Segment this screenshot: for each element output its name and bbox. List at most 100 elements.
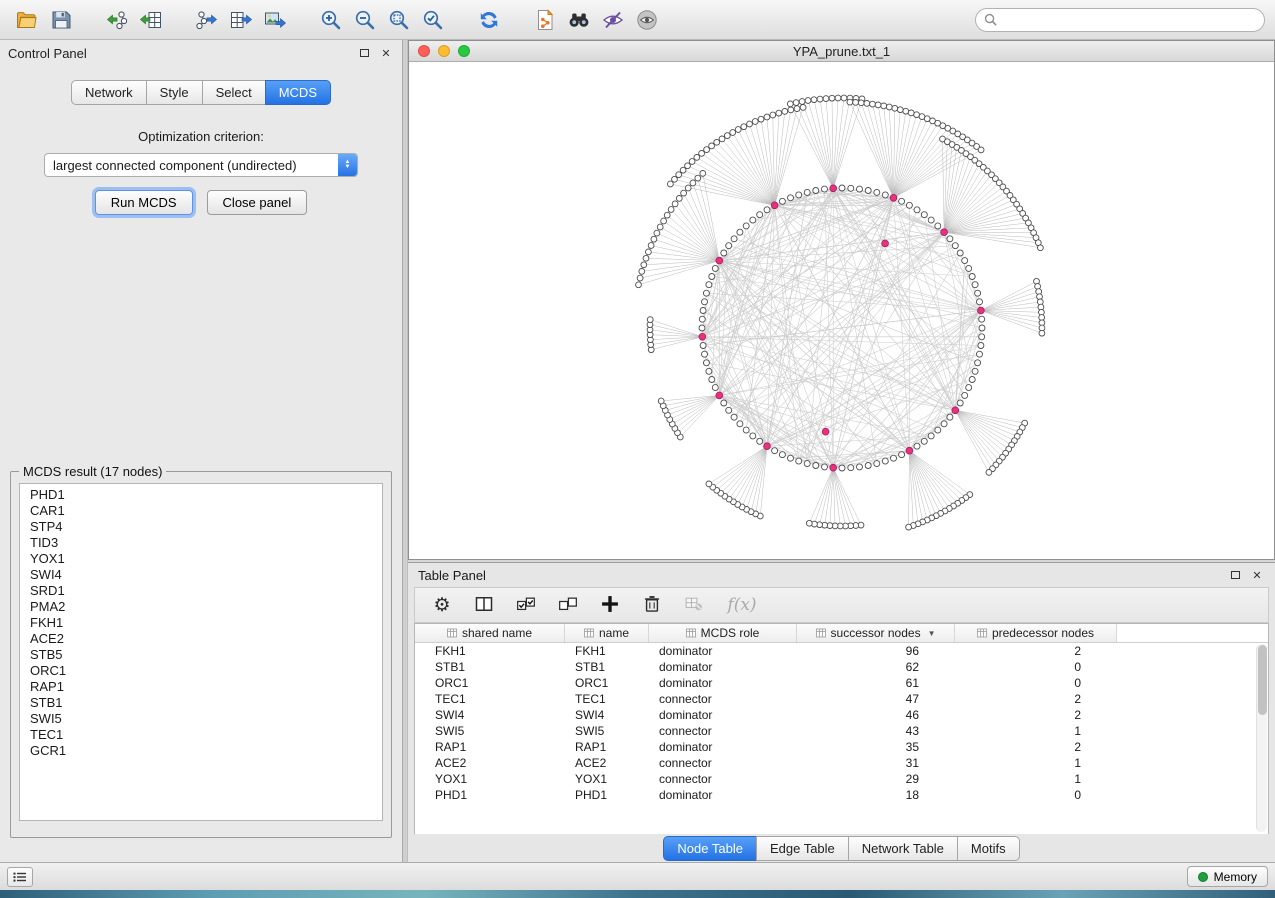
mcds-result-item[interactable]: TID3 bbox=[20, 535, 382, 551]
list-icon bbox=[13, 871, 27, 883]
table-float-button[interactable] bbox=[1227, 567, 1243, 583]
column-layout-button[interactable] bbox=[471, 592, 497, 618]
table-close-button[interactable]: ✕ bbox=[1249, 567, 1265, 583]
table-cell: dominator bbox=[649, 659, 797, 675]
mcds-result-item[interactable]: CAR1 bbox=[20, 503, 382, 519]
table-row[interactable]: ACE2ACE2connector311 bbox=[415, 755, 1268, 771]
show-details-button[interactable] bbox=[630, 4, 664, 36]
table-cell: 2 bbox=[955, 643, 1117, 659]
table-scrollbar[interactable] bbox=[1256, 644, 1267, 832]
table-cell-filler bbox=[1117, 755, 1268, 771]
delete-column-button[interactable] bbox=[639, 592, 665, 618]
zoom-fit-button[interactable] bbox=[382, 4, 416, 36]
find-button[interactable] bbox=[562, 4, 596, 36]
run-mcds-button[interactable]: Run MCDS bbox=[95, 190, 193, 215]
mcds-result-item[interactable]: SWI4 bbox=[20, 567, 382, 583]
network-canvas[interactable] bbox=[409, 62, 1274, 559]
table-row[interactable]: SWI5SWI5connector431 bbox=[415, 723, 1268, 739]
function-button[interactable]: f(x) bbox=[723, 592, 761, 618]
table-row[interactable]: SWI4SWI4dominator462 bbox=[415, 707, 1268, 723]
mcds-result-item[interactable]: STB5 bbox=[20, 647, 382, 663]
export-table-button[interactable] bbox=[224, 4, 258, 36]
deselect-all-button[interactable] bbox=[555, 592, 581, 618]
column-header-mcds-role[interactable]: MCDS role bbox=[649, 624, 797, 643]
column-header-predecessor-nodes[interactable]: predecessor nodes bbox=[955, 624, 1117, 643]
gear-button[interactable]: ⚙ bbox=[429, 592, 455, 618]
table-row[interactable]: YOX1YOX1connector291 bbox=[415, 771, 1268, 787]
search-box[interactable] bbox=[975, 8, 1265, 32]
window-minimize-icon[interactable] bbox=[438, 45, 450, 57]
table-toolbar: ⚙ f(x) bbox=[414, 587, 1269, 623]
column-header-shared-name[interactable]: shared name bbox=[415, 624, 565, 643]
column-header-filler bbox=[1117, 624, 1268, 643]
import-network-button[interactable] bbox=[100, 4, 134, 36]
refresh-view-button[interactable] bbox=[472, 4, 506, 36]
float-panel-button[interactable] bbox=[356, 45, 372, 61]
zoom-in-button[interactable] bbox=[314, 4, 348, 36]
export-network-button[interactable] bbox=[190, 4, 224, 36]
criterion-dropdown[interactable]: largest connected component (undirected)… bbox=[44, 153, 358, 177]
tab-edge-table[interactable]: Edge Table bbox=[756, 836, 848, 861]
zoom-selected-button[interactable] bbox=[416, 4, 450, 36]
save-session-button[interactable] bbox=[44, 4, 78, 36]
close-icon: ✕ bbox=[381, 47, 390, 60]
table-row[interactable]: ORC1ORC1dominator610 bbox=[415, 675, 1268, 691]
import-network-icon bbox=[105, 8, 129, 32]
import-table-disabled-button[interactable] bbox=[681, 592, 707, 618]
table-cell: TEC1 bbox=[415, 691, 565, 707]
tab-select[interactable]: Select bbox=[202, 80, 265, 105]
task-history-button[interactable] bbox=[7, 867, 33, 887]
float-icon bbox=[1231, 571, 1240, 579]
table-row[interactable]: TEC1TEC1connector472 bbox=[415, 691, 1268, 707]
table-row[interactable]: FKH1FKH1dominator962 bbox=[415, 643, 1268, 659]
mcds-result-item[interactable]: SWI5 bbox=[20, 711, 382, 727]
window-close-icon[interactable] bbox=[418, 45, 430, 57]
table-cell: connector bbox=[649, 771, 797, 787]
table-cell: 62 bbox=[797, 659, 955, 675]
mcds-result-item[interactable]: ORC1 bbox=[20, 663, 382, 679]
tab-style[interactable]: Style bbox=[146, 80, 202, 105]
import-table-button[interactable] bbox=[134, 4, 168, 36]
mcds-result-item[interactable]: GCR1 bbox=[20, 743, 382, 759]
open-file-icon bbox=[15, 8, 39, 32]
mcds-result-item[interactable]: ACE2 bbox=[20, 631, 382, 647]
search-input[interactable] bbox=[1002, 13, 1256, 27]
tab-mcds[interactable]: MCDS bbox=[265, 80, 331, 105]
tab-motifs[interactable]: Motifs bbox=[957, 836, 1020, 861]
tab-network[interactable]: Network bbox=[71, 80, 146, 105]
delete-column-icon bbox=[642, 594, 662, 617]
table-row[interactable]: STB1STB1dominator620 bbox=[415, 659, 1268, 675]
select-all-button[interactable] bbox=[513, 592, 539, 618]
table-cell: 1 bbox=[955, 755, 1117, 771]
export-image-button[interactable] bbox=[258, 4, 292, 36]
close-panel-action-button[interactable]: Close panel bbox=[207, 190, 308, 215]
show-details-icon bbox=[635, 8, 659, 32]
mcds-result-item[interactable]: PHD1 bbox=[20, 487, 382, 503]
mcds-result-item[interactable]: STP4 bbox=[20, 519, 382, 535]
mcds-result-item[interactable]: STB1 bbox=[20, 695, 382, 711]
table-sort-icon bbox=[584, 628, 594, 638]
tab-node-table[interactable]: Node Table bbox=[663, 836, 756, 861]
column-header-name[interactable]: name bbox=[565, 624, 649, 643]
add-column-button[interactable] bbox=[597, 592, 623, 618]
table-row[interactable]: PHD1PHD1dominator180 bbox=[415, 787, 1268, 803]
hide-details-button[interactable] bbox=[596, 4, 630, 36]
mcds-result-item[interactable]: PMA2 bbox=[20, 599, 382, 615]
window-zoom-icon[interactable] bbox=[458, 45, 470, 57]
memory-button[interactable]: Memory bbox=[1187, 866, 1268, 887]
tab-network-table[interactable]: Network Table bbox=[848, 836, 957, 861]
mcds-result-item[interactable]: RAP1 bbox=[20, 679, 382, 695]
column-header-successor-nodes[interactable]: successor nodes▼ bbox=[797, 624, 955, 643]
document-share-button[interactable] bbox=[528, 4, 562, 36]
scrollbar-thumb[interactable] bbox=[1258, 645, 1267, 715]
zoom-out-button[interactable] bbox=[348, 4, 382, 36]
mcds-result-item[interactable]: YOX1 bbox=[20, 551, 382, 567]
mcds-result-item[interactable]: FKH1 bbox=[20, 615, 382, 631]
table-row[interactable]: RAP1RAP1dominator352 bbox=[415, 739, 1268, 755]
table-cell: connector bbox=[649, 755, 797, 771]
open-file-button[interactable] bbox=[10, 4, 44, 36]
mcds-result-item[interactable]: TEC1 bbox=[20, 727, 382, 743]
mcds-result-item[interactable]: SRD1 bbox=[20, 583, 382, 599]
close-panel-button[interactable]: ✕ bbox=[378, 45, 394, 61]
mcds-result-list[interactable]: PHD1CAR1STP4TID3YOX1SWI4SRD1PMA2FKH1ACE2… bbox=[19, 483, 383, 821]
